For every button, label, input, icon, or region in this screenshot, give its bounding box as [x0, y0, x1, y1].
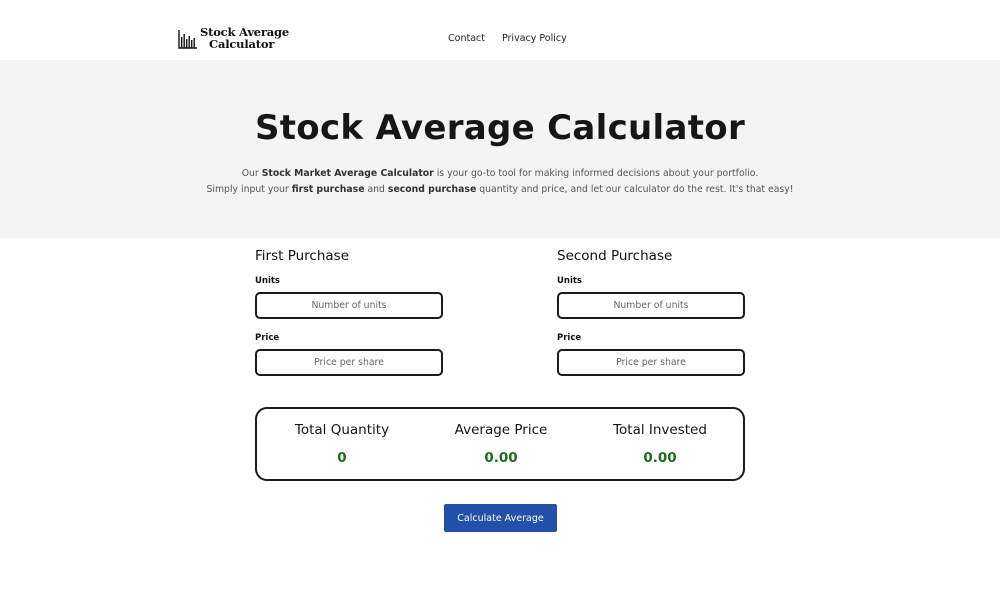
site-logo[interactable]: Stock Average Calculator [178, 26, 289, 50]
first-price-label: Price [255, 333, 280, 343]
main-nav: Contact Privacy Policy [448, 33, 567, 44]
average-price-label: Average Price [454, 422, 548, 438]
total-invested-label: Total Invested [613, 422, 707, 438]
first-units-input[interactable] [255, 292, 443, 319]
hero-description-line-2: Simply input your first purchase and sec… [0, 182, 1000, 198]
hero-text: and [364, 184, 388, 195]
hero-text: quantity and price, and let our calculat… [476, 184, 794, 195]
hero-section [0, 60, 1000, 238]
hero-text: Simply input your [206, 184, 292, 195]
first-units-label: Units [255, 276, 280, 286]
logo-line-2: Calculator [209, 37, 275, 51]
total-quantity-label: Total Quantity [294, 422, 390, 438]
hero-text: is your go-to tool for making informed d… [433, 168, 759, 179]
total-quantity-result: Total Quantity 0 [262, 422, 422, 466]
nav-privacy-policy-link[interactable]: Privacy Policy [502, 33, 567, 44]
total-quantity-value: 0 [337, 450, 347, 466]
bar-chart-icon [178, 30, 197, 49]
average-price-result: Average Price 0.00 [421, 422, 581, 466]
hero-bold-text: Stock Market Average Calculator [261, 168, 434, 179]
first-purchase-form: First Purchase Units Price [255, 248, 443, 376]
first-purchase-title: First Purchase [255, 248, 350, 264]
second-purchase-title: Second Purchase [557, 248, 673, 264]
total-invested-result: Total Invested 0.00 [580, 422, 740, 466]
first-price-input[interactable] [255, 349, 443, 376]
hero-bold-text: first purchase [291, 184, 365, 195]
second-purchase-form: Second Purchase Units Price [557, 248, 745, 376]
average-price-value: 0.00 [484, 450, 518, 466]
nav-contact-link[interactable]: Contact [448, 33, 485, 44]
second-price-label: Price [557, 333, 582, 343]
calculate-average-button[interactable]: Calculate Average [444, 504, 557, 532]
hero-bold-text: second purchase [387, 184, 477, 195]
hero-text: Our [241, 168, 262, 179]
page-title: Stock Average Calculator [254, 108, 746, 148]
hero-description: Our Stock Market Average Calculator is y… [0, 166, 1000, 198]
second-units-input[interactable] [557, 292, 745, 319]
second-price-input[interactable] [557, 349, 745, 376]
results-panel: Total Quantity 0 Average Price 0.00 Tota… [255, 407, 745, 481]
logo-text: Stock Average Calculator [200, 26, 289, 50]
hero-description-line-1: Our Stock Market Average Calculator is y… [0, 166, 1000, 182]
total-invested-value: 0.00 [643, 450, 677, 466]
second-units-label: Units [557, 276, 582, 286]
site-header: Stock Average Calculator Contact Privacy… [0, 0, 1000, 60]
hero-wave-divider [0, 222, 1000, 235]
